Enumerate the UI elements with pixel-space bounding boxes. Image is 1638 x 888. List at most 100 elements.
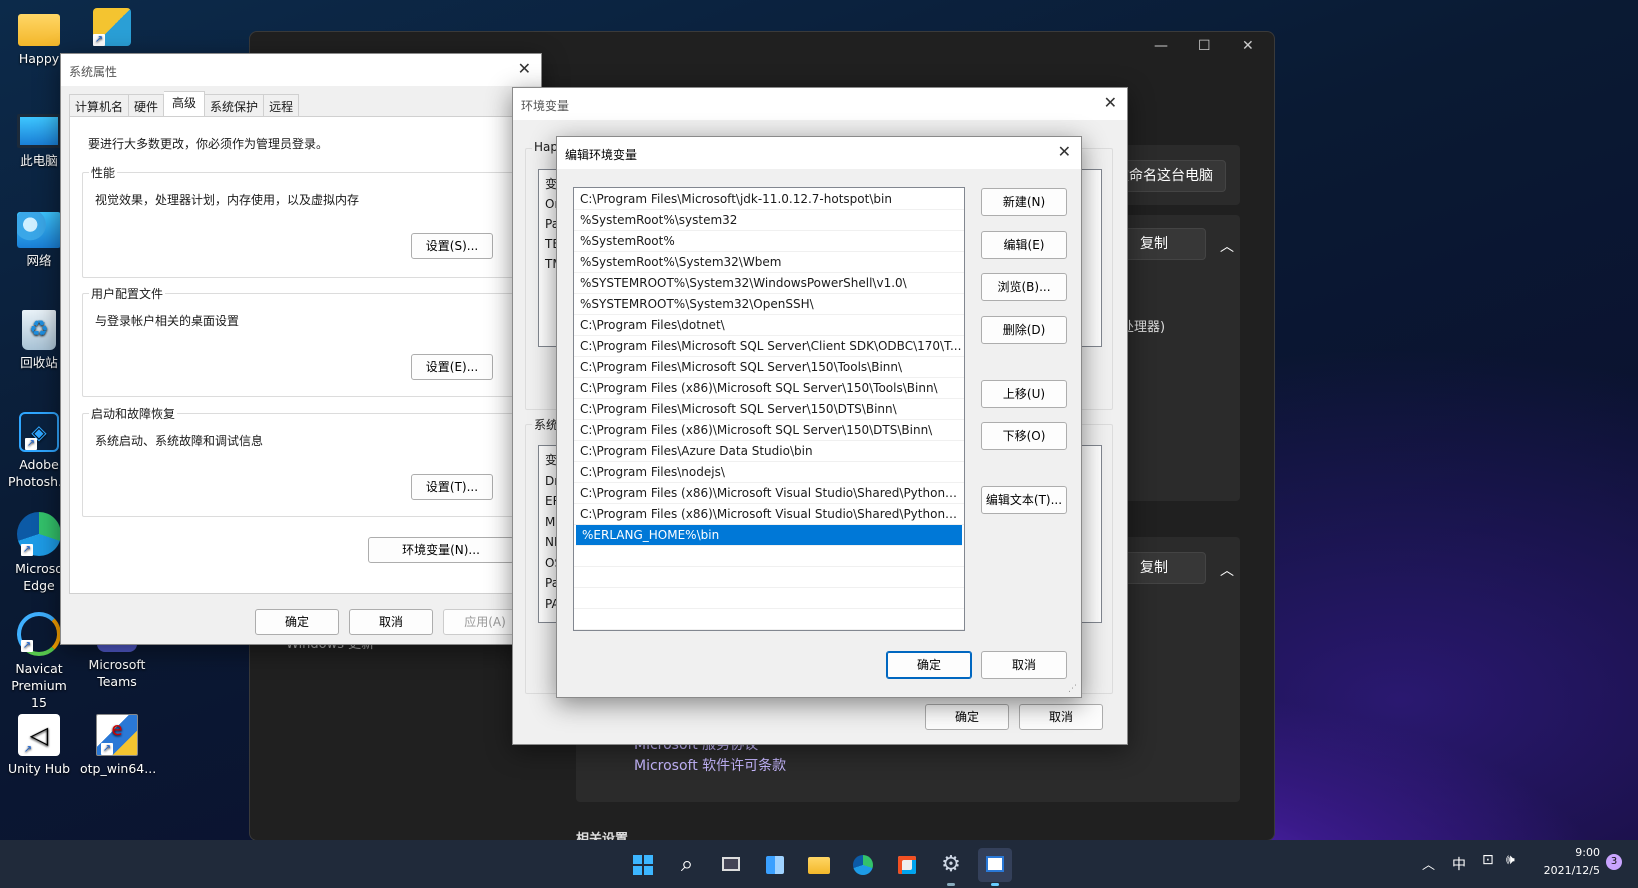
path-list-item[interactable]: %SYSTEMROOT%\System32\WindowsPowerShell\… xyxy=(574,273,964,294)
path-list-item[interactable]: C:\Program Files (x86)\Microsoft Visual … xyxy=(574,504,964,525)
environment-variables-button[interactable]: 环境变量(N)... xyxy=(368,537,514,563)
delete-button[interactable]: 删除(D) xyxy=(981,316,1067,344)
group-label: 性能 xyxy=(89,164,118,181)
clock-time[interactable]: 9:00 xyxy=(1540,846,1600,859)
path-list-item[interactable]: C:\Program Files\Azure Data Studio\bin xyxy=(574,441,964,462)
tab-advanced[interactable]: 高级 xyxy=(164,91,206,117)
close-icon[interactable]: ✕ xyxy=(1104,93,1117,112)
empty-list-row[interactable] xyxy=(574,546,964,567)
tab-system-protection[interactable]: 系统保护 xyxy=(205,94,265,116)
recycle-bin-icon: ♻ xyxy=(22,310,56,350)
path-list-item[interactable]: C:\Program Files (x86)\Microsoft SQL Ser… xyxy=(574,420,964,441)
start-button[interactable] xyxy=(626,848,660,882)
close-icon[interactable]: ✕ xyxy=(1058,142,1071,161)
path-list-item[interactable]: %SystemRoot%\system32 xyxy=(574,210,964,231)
startup-recovery-group: 启动和故障恢复 系统启动、系统故障和调试信息 设置(T)... xyxy=(82,405,526,517)
ok-button[interactable]: 确定 xyxy=(886,651,972,679)
folder-icon xyxy=(18,14,60,46)
dialog-title: 环境变量 xyxy=(521,99,570,113)
notification-badge[interactable]: 3 xyxy=(1606,854,1622,870)
browse-button[interactable]: 浏览(B)... xyxy=(981,273,1067,301)
system-properties-dialog: 系统属性 ✕ 计算机名 硬件 高级 系统保护 远程 要进行大多数更改，你必须作为… xyxy=(60,53,542,645)
resize-grip-icon[interactable]: ⋰ xyxy=(1068,684,1077,694)
path-list-item[interactable]: C:\Program Files (x86)\Microsoft Visual … xyxy=(574,483,964,504)
startup-settings-button[interactable]: 设置(T)... xyxy=(411,474,493,500)
maximize-icon[interactable]: ☐ xyxy=(1198,38,1211,54)
settings-gear-icon[interactable]: ⚙ xyxy=(934,848,968,886)
volume-icon[interactable]: 🕪 xyxy=(1506,852,1515,868)
cancel-button[interactable]: 取消 xyxy=(1019,704,1103,730)
ok-button[interactable]: 确定 xyxy=(255,609,339,635)
desktop-icon-otp[interactable]: e ↗ otp_win64... xyxy=(80,708,157,777)
desktop-icon-label: Unity Hub xyxy=(7,761,71,776)
desktop-icon-tools[interactable]: ↗ xyxy=(82,0,142,50)
cancel-button[interactable]: 取消 xyxy=(349,609,433,635)
store-icon[interactable] xyxy=(890,848,924,882)
group-description: 系统启动、系统故障和调试信息 xyxy=(95,434,264,448)
path-list-item[interactable]: C:\Program Files\Microsoft\jdk-11.0.12.7… xyxy=(574,189,964,210)
desktop-icon-unity-hub[interactable]: ◁ ↗ Unity Hub xyxy=(4,708,74,777)
tab-panel-advanced: 要进行大多数更改，你必须作为管理员登录。 性能 视觉效果，处理器计划，内存使用，… xyxy=(69,116,533,594)
group-label: 用户配置文件 xyxy=(89,285,166,302)
path-list-item[interactable]: %SystemRoot% xyxy=(574,231,964,252)
network-icon xyxy=(17,212,61,248)
chevron-up-icon[interactable]: ︿ xyxy=(1220,236,1234,256)
ok-button[interactable]: 确定 xyxy=(925,704,1009,730)
edge-taskbar-icon[interactable] xyxy=(846,848,880,882)
path-list-item[interactable]: C:\Program Files\dotnet\ xyxy=(574,315,964,336)
monitor-icon xyxy=(17,114,61,148)
system-properties-taskbar-icon[interactable] xyxy=(978,848,1012,886)
performance-group: 性能 视觉效果，处理器计划，内存使用，以及虚拟内存 设置(S)... xyxy=(82,164,526,278)
group-label: 启动和故障恢复 xyxy=(89,405,178,422)
path-list-item[interactable]: C:\Program Files\Microsoft SQL Server\15… xyxy=(574,357,964,378)
path-list-item[interactable]: %SYSTEMROOT%\System32\OpenSSH\ xyxy=(574,294,964,315)
dialog-title: 系统属性 xyxy=(69,65,118,79)
tab-computer-name[interactable]: 计算机名 xyxy=(69,94,130,116)
group-description: 视觉效果，处理器计划，内存使用，以及虚拟内存 xyxy=(95,193,360,207)
path-list-item[interactable]: C:\Program Files\Microsoft SQL Server\15… xyxy=(574,399,964,420)
path-list-item[interactable]: %ERLANG_HOME%\bin xyxy=(576,525,962,546)
clock-date[interactable]: 2021/12/5 xyxy=(1526,864,1600,877)
windows-logo-icon xyxy=(633,855,653,875)
path-list-item[interactable]: %SystemRoot%\System32\Wbem xyxy=(574,252,964,273)
dialog-titlebar: 编辑环境变量 ✕ xyxy=(557,137,1081,169)
search-icon[interactable]: ⌕ xyxy=(670,848,704,882)
edit-text-button[interactable]: 编辑文本(T)... xyxy=(981,486,1067,514)
path-list-item[interactable]: C:\Program Files\nodejs\ xyxy=(574,462,964,483)
chevron-up-icon[interactable]: ︿ xyxy=(1220,560,1234,580)
edit-button[interactable]: 编辑(E) xyxy=(981,231,1067,259)
performance-settings-button[interactable]: 设置(S)... xyxy=(411,233,493,259)
move-down-button[interactable]: 下移(O) xyxy=(981,422,1067,450)
cancel-button[interactable]: 取消 xyxy=(981,651,1067,679)
move-up-button[interactable]: 上移(U) xyxy=(981,380,1067,408)
network-status-icon[interactable]: ⊡ xyxy=(1482,852,1494,868)
tab-hardware[interactable]: 硬件 xyxy=(129,94,165,116)
task-view-icon[interactable] xyxy=(714,848,748,882)
chevron-up-icon[interactable]: ︿ xyxy=(1422,854,1435,873)
unity-hub-icon: ◁ ↗ xyxy=(18,714,60,756)
path-list[interactable]: C:\Program Files\Microsoft\jdk-11.0.12.7… xyxy=(573,187,965,631)
desktop-icon-label: Navicat Premium 15 xyxy=(11,661,67,710)
close-icon[interactable]: ✕ xyxy=(1242,38,1254,54)
profile-settings-button[interactable]: 设置(E)... xyxy=(411,354,493,380)
file-explorer-icon[interactable] xyxy=(802,848,836,882)
new-button[interactable]: 新建(N) xyxy=(981,188,1067,216)
license-terms-link[interactable]: Microsoft 软件许可条款 xyxy=(634,755,786,775)
navicat-icon: ↗ xyxy=(17,612,61,656)
ime-indicator[interactable]: 中 xyxy=(1452,854,1466,874)
dialog-titlebar: 系统属性 ✕ xyxy=(61,54,541,86)
installer-icon: e ↗ xyxy=(96,714,138,756)
photoshop-icon: ◈ ↗ xyxy=(19,412,59,452)
empty-list-row[interactable] xyxy=(574,609,964,630)
minimize-icon[interactable]: — xyxy=(1154,38,1168,54)
empty-list-row[interactable] xyxy=(574,588,964,609)
dialog-titlebar: 环境变量 ✕ xyxy=(513,88,1127,120)
widgets-icon[interactable] xyxy=(758,848,792,882)
path-list-item[interactable]: C:\Program Files\Microsoft SQL Server\Cl… xyxy=(574,336,964,357)
close-icon[interactable]: ✕ xyxy=(518,59,531,78)
tab-remote[interactable]: 远程 xyxy=(264,94,300,116)
user-profile-group: 用户配置文件 与登录帐户相关的桌面设置 设置(E)... xyxy=(82,285,526,397)
empty-list-row[interactable] xyxy=(574,567,964,588)
path-list-item[interactable]: C:\Program Files (x86)\Microsoft SQL Ser… xyxy=(574,378,964,399)
desktop-icon-label: otp_win64... xyxy=(80,761,157,776)
